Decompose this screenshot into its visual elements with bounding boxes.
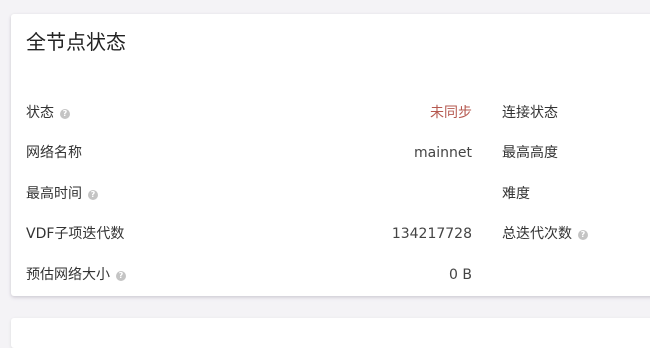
- status-value: 未同步: [430, 105, 472, 121]
- vdf-sub-slot-iters-label: VDF子项迭代数: [26, 224, 124, 244]
- estimated-network-size-value: 0 B: [449, 267, 472, 283]
- help-icon[interactable]: ?: [60, 109, 70, 119]
- connection-status-label: 连接状态: [502, 105, 558, 121]
- total-iterations-label: 总迭代次数?: [502, 224, 588, 244]
- help-icon[interactable]: ?: [116, 271, 126, 281]
- next-card: [11, 318, 650, 348]
- status-label-text: 状态: [26, 105, 54, 121]
- full-node-status-card: 全节点状态 状态? 未同步 连接状态 网络名称 mainnet 最高高度 最高时…: [11, 14, 650, 296]
- vdf-sub-slot-iters-label-text: VDF子项迭代数: [26, 226, 125, 242]
- peak-time-label-text: 最高时间: [26, 186, 82, 202]
- peak-time-label: 最高时间?: [26, 184, 98, 204]
- difficulty-label: 难度: [502, 186, 530, 202]
- total-iterations-label-text: 总迭代次数: [502, 226, 572, 242]
- estimated-network-size-label: 预估网络大小?: [26, 265, 126, 285]
- network-name-label-text: 网络名称: [26, 145, 82, 161]
- help-icon[interactable]: ?: [88, 190, 98, 200]
- vdf-sub-slot-iters-value: 134217728: [391, 226, 472, 242]
- card-title: 全节点状态: [26, 30, 126, 54]
- help-icon[interactable]: ?: [578, 230, 588, 240]
- network-name-value: mainnet: [414, 145, 472, 161]
- status-label: 状态?: [26, 103, 70, 123]
- peak-height-label: 最高高度: [502, 145, 558, 161]
- estimated-network-size-label-text: 预估网络大小: [26, 267, 110, 283]
- network-name-label: 网络名称: [26, 143, 82, 163]
